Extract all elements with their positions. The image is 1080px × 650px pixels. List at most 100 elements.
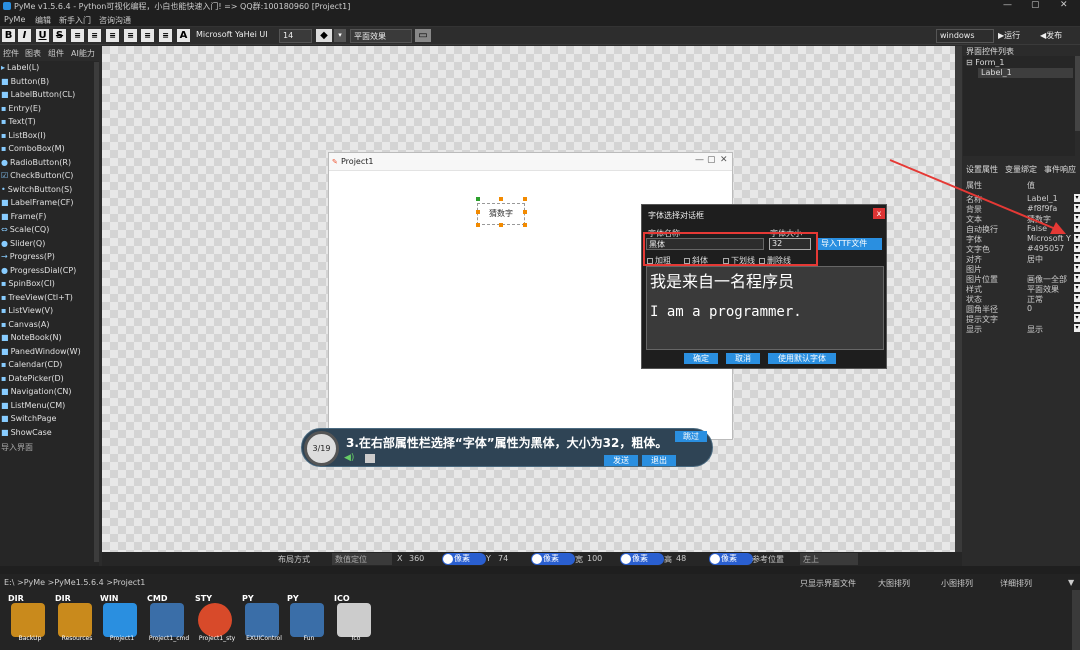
file-item[interactable]: CMD Project1_cmd: [147, 594, 191, 646]
large-icons-option[interactable]: 大图排列: [878, 578, 910, 589]
default-font-button[interactable]: 使用默认字体: [768, 353, 836, 364]
widget-scale[interactable]: ⇔ Scale(CQ): [1, 225, 49, 234]
widget-navigation[interactable]: ■ Navigation(CN): [1, 387, 72, 396]
tab-components[interactable]: 组件: [48, 48, 64, 59]
align-top-icon[interactable]: ≡: [106, 29, 119, 42]
close-button[interactable]: ✕: [1060, 0, 1068, 10]
menu-edit[interactable]: 编辑: [35, 15, 51, 26]
font-color-icon[interactable]: A: [177, 29, 190, 42]
dropdown-arrow-icon[interactable]: ▾: [1074, 274, 1080, 282]
resize-handle[interactable]: [523, 223, 527, 227]
resize-handle[interactable]: [476, 210, 480, 214]
align-middle-icon[interactable]: ≡: [141, 29, 154, 42]
tree-node-label[interactable]: Label_1: [978, 68, 1073, 78]
emoji-icon[interactable]: [365, 454, 375, 463]
widget-treeview[interactable]: ▪ TreeView(Ctl+T): [1, 293, 73, 302]
resize-handle[interactable]: [499, 197, 503, 201]
widget-listview[interactable]: ▪ ListView(V): [1, 306, 53, 315]
form-maximize-button[interactable]: ▢: [707, 155, 716, 165]
only-ui-files-option[interactable]: 只显示界面文件: [800, 578, 856, 589]
menu-consult[interactable]: 咨询沟通: [99, 15, 131, 26]
dropdown-arrow-icon[interactable]: ▾: [1074, 304, 1080, 312]
widget-combobox[interactable]: ▪ ComboBox(M): [1, 144, 65, 153]
x-unit-toggle[interactable]: 像素: [442, 553, 486, 565]
widget-labelbutton[interactable]: ■ LabelButton(CL): [1, 90, 75, 99]
reference-select[interactable]: 左上: [800, 553, 858, 565]
dropdown-arrow-icon[interactable]: ▾: [1074, 324, 1080, 332]
tab-ai[interactable]: AI能力: [71, 48, 95, 59]
resize-handle[interactable]: [476, 197, 480, 201]
exit-button[interactable]: 退出: [642, 455, 676, 466]
widget-progress[interactable]: → Progress(P): [1, 252, 55, 261]
x-value[interactable]: 360: [409, 554, 424, 563]
widget-radiobutton[interactable]: ● RadioButton(R): [1, 158, 71, 167]
file-item[interactable]: PY EXUIControl: [242, 594, 286, 646]
file-scrollbar[interactable]: [1072, 590, 1080, 650]
run-button[interactable]: ▶运行: [998, 30, 1020, 41]
tree-scrollbar[interactable]: [1075, 56, 1080, 131]
align-right-icon[interactable]: ≡: [124, 29, 137, 42]
file-item[interactable]: STY Project1_sty: [195, 594, 239, 646]
widget-calendar[interactable]: ▪ Calendar(CD): [1, 360, 62, 369]
align-left-icon[interactable]: ≡: [71, 29, 84, 42]
platform-select[interactable]: windows: [936, 29, 994, 43]
file-item[interactable]: DIR Resources: [55, 594, 99, 646]
align-center-icon[interactable]: ≡: [88, 29, 101, 42]
widget-progressdial[interactable]: ● ProgressDial(CP): [1, 266, 76, 275]
property-row[interactable]: 样式 平面效果 ▾: [966, 284, 1080, 294]
height-value[interactable]: 48: [676, 554, 686, 563]
label-widget[interactable]: 猜数字: [477, 203, 525, 225]
details-option[interactable]: 详细排列: [1000, 578, 1032, 589]
property-row[interactable]: 状态 正常 ▾: [966, 294, 1080, 304]
maximize-button[interactable]: ▢: [1031, 0, 1040, 10]
property-row[interactable]: 提示文字 ▾: [966, 314, 1080, 324]
monitor-icon[interactable]: ▭: [415, 29, 431, 42]
publish-button[interactable]: ◀发布: [1040, 30, 1062, 41]
canvas-scrollbar[interactable]: [955, 46, 962, 552]
strike-button[interactable]: S: [53, 29, 66, 42]
send-button[interactable]: 发送: [604, 455, 638, 466]
widget-text[interactable]: ▪ Text(T): [1, 117, 36, 126]
tab-charts[interactable]: 图表: [25, 48, 41, 59]
widget-datepicker[interactable]: ▪ DatePicker(D): [1, 374, 64, 383]
paint-bucket-icon[interactable]: ◆: [316, 29, 332, 42]
skip-button[interactable]: 跳过: [675, 431, 707, 442]
align-bottom-icon[interactable]: ≡: [159, 29, 172, 42]
y-unit-toggle[interactable]: 像素: [531, 553, 575, 565]
color-picker-icon[interactable]: ▾: [334, 29, 346, 42]
form-close-button[interactable]: ✕: [720, 155, 728, 165]
path-dropdown-icon[interactable]: ▼: [1068, 578, 1074, 587]
property-row[interactable]: 对齐 居中 ▾: [966, 254, 1080, 264]
property-row[interactable]: 圆角半径 0 ▾: [966, 304, 1080, 314]
widget-listbox[interactable]: ▪ ListBox(I): [1, 131, 46, 140]
widget-labelframe[interactable]: ■ LabelFrame(CF): [1, 198, 74, 207]
widget-spinbox[interactable]: ▪ SpinBox(CI): [1, 279, 55, 288]
import-interface[interactable]: 导入界面: [1, 442, 33, 453]
ok-button[interactable]: 确定: [684, 353, 718, 364]
widget-button[interactable]: ■ Button(B): [1, 77, 49, 86]
widget-switchpage[interactable]: ■ SwitchPage: [1, 414, 56, 423]
dropdown-arrow-icon[interactable]: ▾: [1074, 254, 1080, 262]
underline-button[interactable]: U: [36, 29, 49, 42]
form-titlebar[interactable]: ✎ Project1 — ▢ ✕: [329, 153, 732, 171]
minimize-button[interactable]: —: [1003, 0, 1012, 10]
dropdown-arrow-icon[interactable]: ▾: [1074, 294, 1080, 302]
widget-listmenu[interactable]: ■ ListMenu(CM): [1, 401, 65, 410]
property-row[interactable]: 图片 ▾: [966, 264, 1080, 274]
import-ttf-button[interactable]: 导入TTF文件: [818, 238, 882, 250]
widget-notebook[interactable]: ■ NoteBook(N): [1, 333, 62, 342]
widget-slider[interactable]: ● Slider(Q): [1, 239, 45, 248]
effect-select[interactable]: 平面效果: [350, 29, 412, 43]
widget-entry[interactable]: ▪ Entry(E): [1, 104, 41, 113]
file-item[interactable]: PY Fun: [287, 594, 331, 646]
bold-button[interactable]: B: [2, 29, 15, 42]
height-unit-toggle[interactable]: 像素: [709, 553, 753, 565]
resize-handle[interactable]: [523, 210, 527, 214]
current-path[interactable]: E:\ >PyMe >PyMe1.5.6.4 >Project1: [4, 578, 145, 587]
width-unit-toggle[interactable]: 像素: [620, 553, 664, 565]
file-item[interactable]: DIR BackUp: [8, 594, 52, 646]
widget-panedwindow[interactable]: ■ PanedWindow(W): [1, 347, 81, 356]
widget-list-scrollbar[interactable]: [94, 62, 99, 562]
menu-beginner[interactable]: 新手入门: [59, 15, 91, 26]
file-item[interactable]: ICO Ico: [334, 594, 378, 646]
